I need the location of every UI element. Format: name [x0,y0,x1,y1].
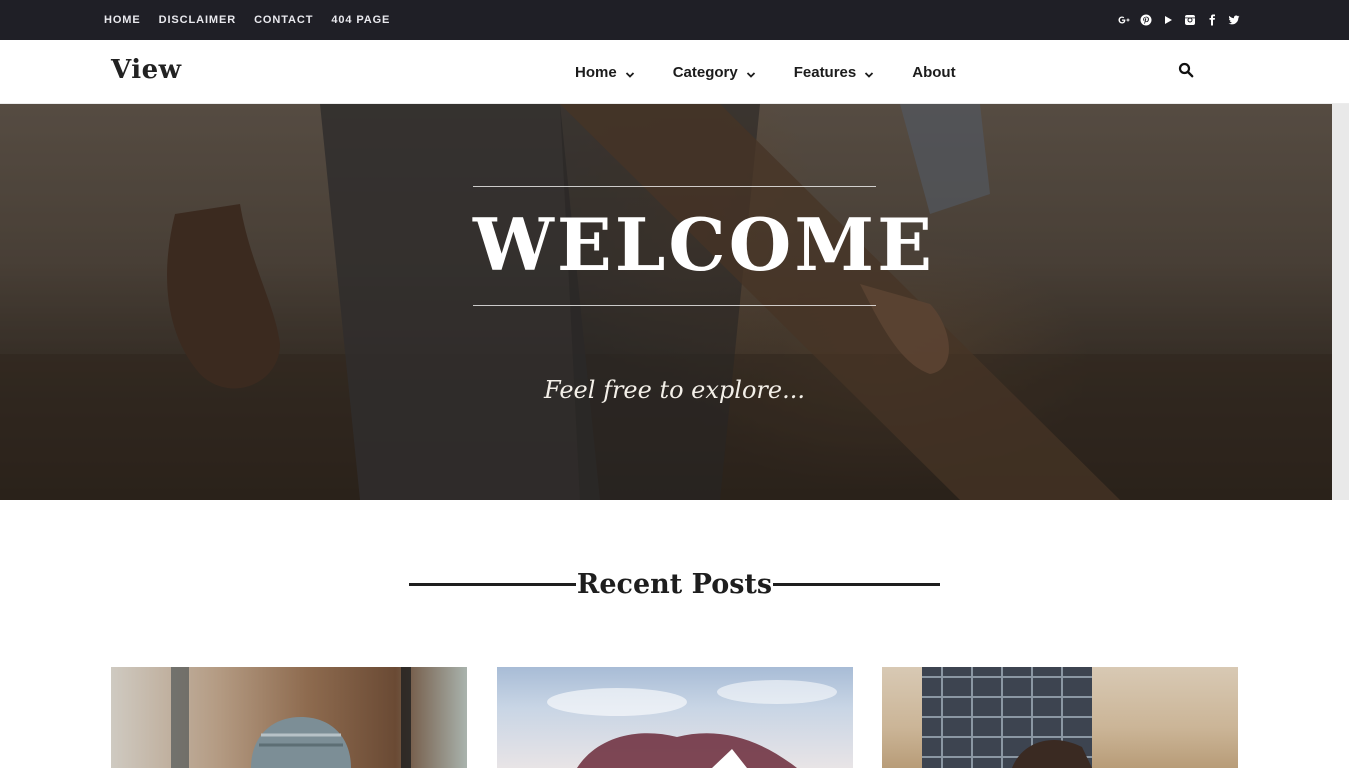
top-nav-home[interactable]: HOME [104,14,141,26]
recent-posts-heading: Recent Posts [409,566,940,602]
hero-banner: WELCOME Feel free to explore... [0,104,1349,500]
facebook-icon[interactable] [1201,9,1223,31]
hero-title-block: WELCOME [473,186,935,306]
nav-item-about[interactable]: About [912,64,955,81]
nav-item-label: Home [575,63,617,81]
hero-tagline: Feel free to explore... [544,376,805,404]
nav-item-features[interactable]: Features [794,64,875,81]
top-nav: HOME DISCLAIMER CONTACT 404 PAGE [104,0,408,40]
post-card-thumbnail[interactable] [111,667,467,768]
post-thumbnail-image [171,667,411,768]
top-nav-contact[interactable]: CONTACT [254,14,313,26]
nav-item-label: Features [793,63,857,81]
search-icon[interactable] [1178,62,1198,82]
social-links [1113,0,1245,40]
scrollbar-track[interactable] [1332,104,1349,500]
heading-rule-left [409,582,576,586]
hero-title: WELCOME [473,202,935,287]
site-logo[interactable]: View [111,55,182,85]
nav-item-category[interactable]: Category [673,64,756,81]
nav-item-home[interactable]: Home [575,64,635,81]
post-thumbnail-image [922,667,1092,768]
pinterest-icon[interactable] [1135,9,1157,31]
heading-rule-right [772,582,940,586]
twitter-icon[interactable] [1223,9,1245,31]
main-nav: Home Category Features About [575,40,994,104]
hero-rule-bottom [473,305,876,306]
chevron-down-icon [746,67,756,78]
post-thumbnail-image [547,680,837,768]
post-card-thumbnail[interactable] [882,667,1238,768]
google-plus-icon[interactable] [1113,9,1135,31]
top-bar: HOME DISCLAIMER CONTACT 404 PAGE [0,0,1349,40]
chevron-down-icon [864,67,874,78]
site-header: View Home Category Features About [0,40,1349,104]
nav-item-label: About [912,63,956,81]
chevron-down-icon [625,67,635,78]
post-card-thumbnail[interactable] [497,667,853,768]
instagram-icon[interactable] [1179,9,1201,31]
section-title: Recent Posts [576,568,773,600]
top-nav-disclaimer[interactable]: DISCLAIMER [159,14,236,26]
top-nav-404-page[interactable]: 404 PAGE [331,14,390,26]
youtube-icon[interactable] [1157,9,1179,31]
nav-item-label: Category [672,63,738,81]
